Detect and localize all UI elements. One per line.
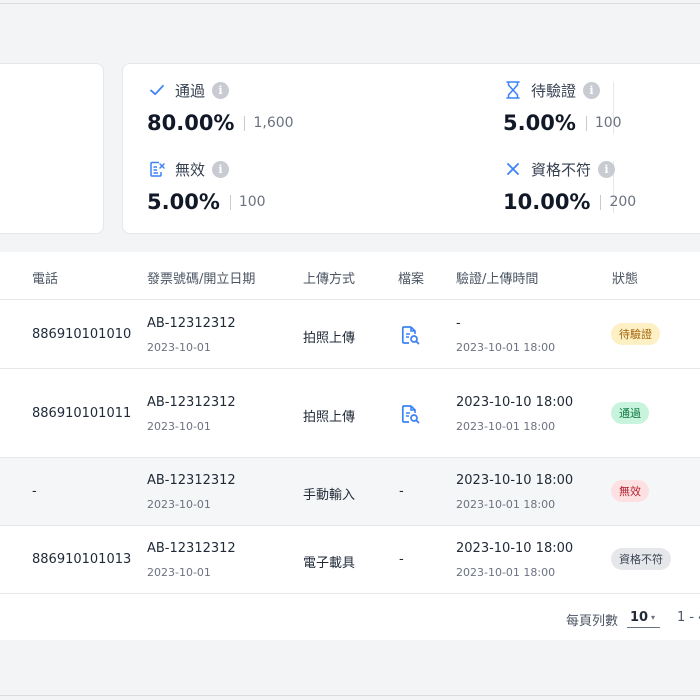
stat-passed: 通過 i 80.00% 1,600 bbox=[147, 79, 294, 135]
table-row[interactable]: 886910101013 AB-12312312 2023-10-01 電子載具… bbox=[0, 526, 700, 594]
cell-upload-time: 2023-10-01 18:00 bbox=[456, 498, 556, 511]
stat-separator bbox=[600, 194, 602, 210]
summary-card-left bbox=[0, 63, 104, 234]
status-summary-card: 通過 i 80.00% 1,600 無效 i 5.00% 100 待驗證 i 5… bbox=[122, 63, 700, 234]
cell-upload-method: 電子載具 bbox=[303, 556, 356, 571]
stat-separator bbox=[585, 115, 587, 131]
column-header-invoice[interactable]: 發票號碼/開立日期 bbox=[147, 268, 255, 287]
check-icon bbox=[147, 80, 167, 100]
chevron-down-icon: ▾ bbox=[651, 613, 656, 622]
cell-invoice-number: AB-12312312 bbox=[147, 316, 236, 331]
stat-passed-percent: 80.00% bbox=[147, 111, 235, 135]
table-row[interactable]: - AB-12312312 2023-10-01 手動輸入 - 2023-10-… bbox=[0, 458, 700, 526]
stat-pending-percent: 5.00% bbox=[503, 111, 576, 135]
column-header-phone[interactable]: 電話 bbox=[32, 268, 58, 287]
status-badge: 待驗證 bbox=[611, 323, 660, 345]
stat-passed-label: 通過 bbox=[175, 81, 206, 100]
cell-verify-time: - bbox=[456, 316, 461, 331]
stat-separator bbox=[229, 194, 231, 210]
cell-upload-time: 2023-10-01 18:00 bbox=[456, 566, 556, 579]
cell-file: - bbox=[399, 552, 404, 567]
status-badge: 資格不符 bbox=[611, 548, 671, 570]
status-badge: 通過 bbox=[611, 402, 649, 424]
info-icon[interactable]: i bbox=[583, 81, 601, 99]
cell-verify-time: 2023-10-10 18:00 bbox=[456, 473, 574, 488]
invoice-table: 電話 發票號碼/開立日期 上傳方式 檔案 驗證/上傳時間 狀態 88691010… bbox=[0, 252, 700, 640]
column-header-upload-method[interactable]: 上傳方式 bbox=[303, 268, 355, 287]
info-icon[interactable]: i bbox=[598, 160, 616, 178]
file-preview-icon[interactable] bbox=[399, 403, 421, 425]
stat-passed-count: 1,600 bbox=[253, 115, 294, 131]
cell-upload-method: 拍照上傳 bbox=[303, 331, 356, 346]
bottom-divider bbox=[0, 695, 700, 696]
hourglass-icon bbox=[503, 80, 523, 100]
stat-separator bbox=[244, 115, 246, 131]
stat-invalid-count: 100 bbox=[238, 194, 266, 210]
cell-upload-method: 手動輸入 bbox=[303, 488, 356, 503]
cell-verify-time: 2023-10-10 18:00 bbox=[456, 541, 574, 556]
table-row[interactable]: 886910101011 AB-12312312 2023-10-01 拍照上傳… bbox=[0, 369, 700, 458]
info-icon[interactable]: i bbox=[212, 160, 230, 178]
cell-invoice-date: 2023-10-01 bbox=[147, 498, 211, 511]
stat-pending-label: 待驗證 bbox=[531, 81, 577, 100]
rows-per-page-select[interactable]: 10 ▾ bbox=[627, 608, 660, 628]
cell-invoice-number: AB-12312312 bbox=[147, 473, 236, 488]
close-icon bbox=[503, 159, 523, 179]
stat-invalid-percent: 5.00% bbox=[147, 190, 220, 214]
stat-pending-count: 100 bbox=[594, 115, 622, 131]
file-preview-icon[interactable] bbox=[399, 324, 421, 346]
cell-invoice-date: 2023-10-01 bbox=[147, 420, 211, 433]
cell-file: - bbox=[399, 484, 404, 499]
stat-mismatch-percent: 10.00% bbox=[503, 190, 591, 214]
rows-per-page-label: 每頁列數 bbox=[566, 614, 619, 629]
cell-invoice-number: AB-12312312 bbox=[147, 395, 236, 410]
cell-phone: 886910101013 bbox=[32, 552, 132, 567]
column-header-verify-time[interactable]: 驗證/上傳時間 bbox=[456, 268, 538, 287]
table-header: 電話 發票號碼/開立日期 上傳方式 檔案 驗證/上傳時間 狀態 bbox=[0, 252, 700, 300]
stat-invalid-label: 無效 bbox=[175, 160, 206, 179]
column-header-status[interactable]: 狀態 bbox=[612, 268, 638, 287]
stat-mismatch: 資格不符 i 10.00% 200 bbox=[503, 158, 636, 214]
column-header-file[interactable]: 檔案 bbox=[398, 268, 424, 287]
cell-upload-time: 2023-10-01 18:00 bbox=[456, 420, 556, 433]
stat-mismatch-count: 200 bbox=[609, 194, 637, 210]
top-divider bbox=[0, 3, 700, 4]
cell-verify-time: 2023-10-10 18:00 bbox=[456, 395, 574, 410]
stat-pending: 待驗證 i 5.00% 100 bbox=[503, 79, 622, 135]
cell-upload-time: 2023-10-01 18:00 bbox=[456, 341, 556, 354]
rows-per-page-value: 10 bbox=[630, 610, 649, 625]
cell-phone: - bbox=[32, 484, 37, 499]
page-range: 1 - 4 bbox=[677, 610, 700, 625]
table-row[interactable]: 886910101010 AB-12312312 2023-10-01 拍照上傳… bbox=[0, 300, 700, 369]
stat-mismatch-label: 資格不符 bbox=[531, 160, 592, 179]
cell-invoice-date: 2023-10-01 bbox=[147, 566, 211, 579]
info-icon[interactable]: i bbox=[212, 81, 230, 99]
cell-invoice-date: 2023-10-01 bbox=[147, 341, 211, 354]
invalid-document-icon bbox=[147, 159, 167, 179]
cell-upload-method: 拍照上傳 bbox=[303, 410, 356, 425]
cell-invoice-number: AB-12312312 bbox=[147, 541, 236, 556]
status-badge: 無效 bbox=[611, 480, 649, 502]
cell-phone: 886910101011 bbox=[32, 406, 132, 421]
pagination: 每頁列數 10 ▾ 1 - 4 bbox=[0, 594, 700, 640]
stat-invalid: 無效 i 5.00% 100 bbox=[147, 158, 266, 214]
cell-phone: 886910101010 bbox=[32, 327, 132, 342]
app-frame: 通過 i 80.00% 1,600 無效 i 5.00% 100 待驗證 i 5… bbox=[0, 0, 700, 700]
